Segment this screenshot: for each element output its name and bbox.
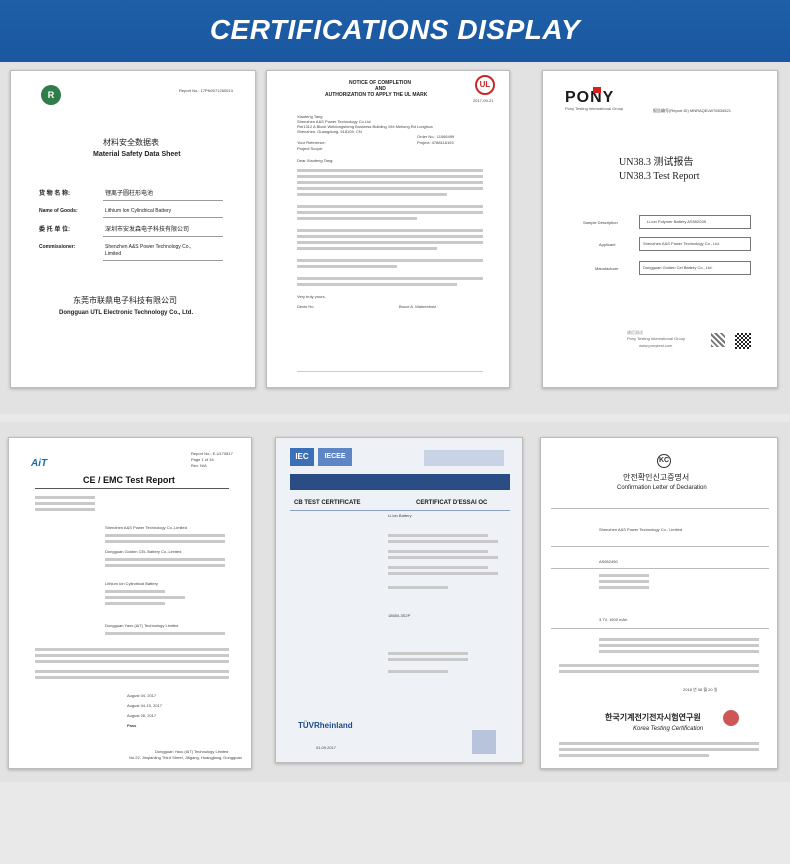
qr-code-icon — [735, 333, 751, 349]
issuer-kr: 한국기계전기전자시험연구원 — [605, 713, 701, 722]
goods-en-label: Name of Goods: — [39, 208, 78, 214]
cb-title-en: CB TEST CERTIFICATE — [294, 500, 361, 506]
header-banner: CERTIFICATIONS DISPLAY — [0, 0, 790, 62]
commissioner-en-label: Commissioner: — [39, 244, 76, 250]
model-value: AS652450 — [599, 559, 618, 564]
issuer-en: Dongguan UTL Electronic Technology Co., … — [59, 310, 194, 316]
cnas-logo-icon — [711, 333, 725, 347]
goods-cn-value: 锂离子圆柱形电池 — [105, 191, 154, 197]
model-value: 18650-3S2P — [388, 613, 411, 618]
certificate-kc[interactable]: KC 안전확인신고증명서 Confirmation Letter of Decl… — [540, 437, 778, 769]
iecee-logo: IECEE — [318, 448, 352, 466]
closing: Very truly yours, — [297, 294, 326, 299]
page-title: CERTIFICATIONS DISPLAY — [209, 14, 581, 45]
applicant-value: Shenzhen A&S Power Technology Co., Limit… — [599, 527, 683, 532]
product-value: Li-ion Battery — [388, 513, 412, 518]
manufacturer-label: Manufacturer — [595, 266, 619, 271]
pony-subbrand: Pony Testing International Group — [565, 106, 624, 111]
goods-en-value: Lithium Ion Cylindrical Battery — [105, 208, 172, 214]
test-date: August 04-15, 2017 — [127, 703, 162, 708]
certificate-un383[interactable]: PONY Pony Testing International Group 报告… — [542, 70, 778, 388]
test-result: Pass — [127, 723, 137, 728]
applicant-value: Shenzhen A&S Power Technology Co., Ltd. — [643, 241, 720, 246]
issuer-en: Korea Testing Certification — [633, 726, 704, 732]
addressee-4: Shenzhen, Guangdong, 518109, CN — [297, 129, 362, 134]
pony-seal: 谱尼测试 — [627, 330, 643, 335]
applicant-label: Applicant — [599, 242, 616, 247]
title-cn: 材料安全数据表 — [103, 138, 159, 147]
greeting: Dear Xiaofeng Tang: — [297, 158, 334, 163]
issuer-cn: 东莞市联鼎电子科技有限公司 — [73, 296, 177, 305]
pony-flag-icon — [593, 87, 601, 93]
official-seal-icon — [723, 710, 739, 726]
pony-logo: PONY — [565, 89, 615, 106]
commissioner-cn-label: 委 托 单 位: — [39, 227, 70, 233]
iec-logo: IEC — [290, 448, 314, 466]
footer-brand: Pony Testing International Group — [627, 336, 686, 341]
certificate-date: 01.09.2017 — [316, 745, 337, 750]
ref-label: Your Reference: — [297, 140, 326, 145]
certificate-ce-emc[interactable]: AiT Report No.: E-U170817 Page 1 of 34 R… — [8, 437, 252, 769]
title-en: Confirmation Letter of Declaration — [617, 485, 707, 491]
tuv-logo: TÜVRheinland — [298, 721, 353, 730]
lab-logo-icon: R — [41, 85, 61, 105]
goods-cn-label: 货 物 名 称: — [39, 191, 70, 197]
issue-date: August 28, 2017 — [127, 713, 157, 718]
report-number: Report No.: E-U170817 — [191, 451, 233, 456]
footer-address: No.22, Jinqianling Third Street, Jitigan… — [129, 755, 242, 760]
scope-label: Project Scope: — [297, 146, 324, 151]
ul-date: 2017-09-21 — [473, 98, 494, 103]
cb-title-fr: CERTIFICAT D'ESSAI OC — [416, 500, 488, 506]
applicant-value: Shenzhen A&S Power Technology Co.,Limite… — [105, 525, 187, 530]
project-number: Project: 4788116193 — [417, 140, 454, 145]
certificate-iec-cb[interactable]: IEC IECEE CB TEST CERTIFICATE CERTIFICAT… — [275, 437, 523, 763]
commissioner-en-value: Shenzhen A&S Power Technology Co., — [105, 244, 192, 250]
report-number: Report No.: 17PN0071260013 — [179, 88, 233, 93]
report-id: 报告编号(Report ID) MNRAQELW76534521 — [653, 108, 731, 113]
title: CE / EMC Test Report — [83, 475, 175, 485]
title-en: Material Safety Data Sheet — [93, 151, 181, 158]
manufacturer-value: Dongguan Golden Cel Battery Co., Ltd. — [643, 265, 713, 270]
footer-lab: Dongguan Yaxu (AiT) Technology Limited — [155, 749, 229, 754]
ait-logo: AiT — [31, 458, 48, 469]
ul-heading-3: AUTHORIZATION TO APPLY THE UL MARK — [325, 92, 428, 98]
sample-value: Li-ion Polymer Battery AS552035 — [647, 219, 706, 224]
rating-value: 3.7V, 1500 mAh — [599, 617, 628, 622]
footer-url: www.ponytest.com — [639, 343, 673, 348]
receipt-date: August 04, 2017 — [127, 693, 157, 698]
page-number: Page 1 of 34 — [191, 457, 214, 462]
title-en: UN38.3 Test Report — [619, 171, 700, 182]
commissioner-en-value-2: Limited — [105, 251, 122, 257]
ul-logo-icon: UL — [475, 75, 495, 95]
order-number: Order No.: 11066499 — [417, 134, 455, 139]
certificate-ul[interactable]: NOTICE OF COMPLETION AND AUTHORIZATION T… — [266, 70, 510, 388]
title-cn: UN38.3 测试报告 — [619, 157, 694, 168]
commissioner-cn-value: 深圳市安发森电子科技有限公司 — [105, 227, 190, 233]
signer-1: Devin Ho — [297, 304, 314, 309]
certificate-date: 2018 년 08 월 20 일 — [683, 687, 718, 692]
lab-value: Dongguan Yaxu (AiT) Technology Limited — [105, 623, 179, 628]
kc-mark-icon: KC — [657, 454, 671, 468]
sample-label: Sample Description — [583, 220, 618, 225]
revision: Rev. N/A — [191, 463, 207, 468]
product-value: Lithium Ion Cylindrical Battery — [105, 581, 158, 586]
manufacturer-value: Dongguan Golden CEL Battery Co.,Limited — [105, 549, 182, 554]
certificate-msds[interactable]: R Report No.: 17PN0071260013 材料安全数据表 Mat… — [10, 70, 256, 388]
signer-2: Bruce A. Mahrenholz — [399, 304, 437, 309]
title-kr: 안전확인신고증명서 — [623, 473, 690, 482]
